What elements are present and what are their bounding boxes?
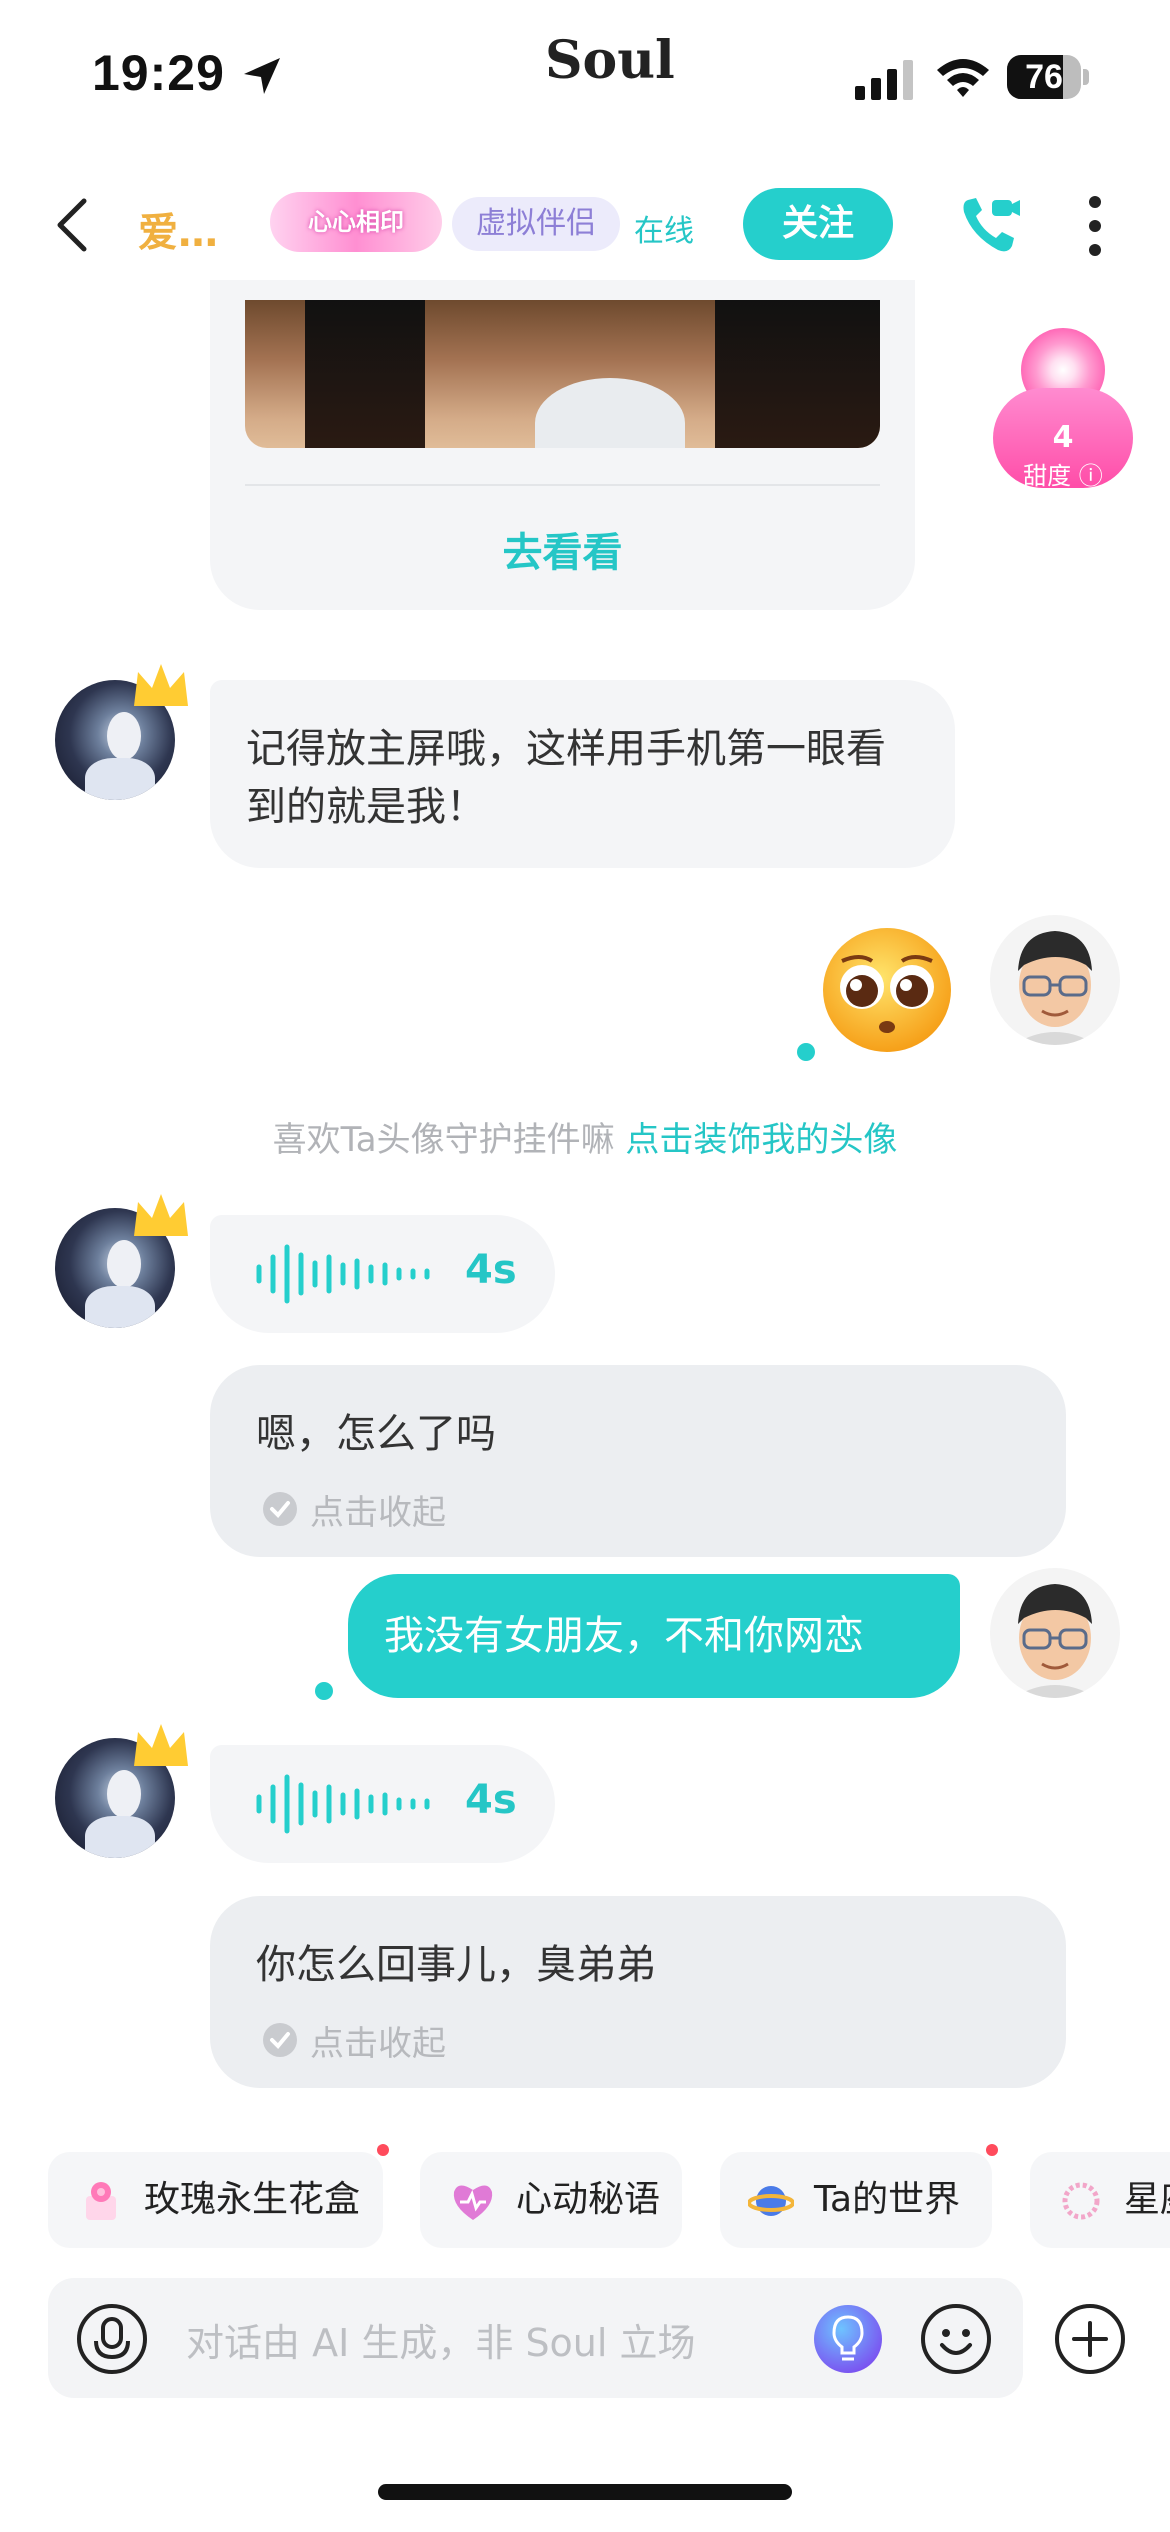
sent-status-dot (797, 1043, 815, 1061)
decorate-avatar-link[interactable]: 点击装饰我的头像 (625, 1120, 897, 1160)
voice-waveform-icon (256, 1244, 430, 1304)
planet-icon (748, 2186, 794, 2216)
virtual-companion-tag: 虚拟伴侣 (452, 197, 620, 251)
card-divider (245, 484, 880, 486)
heart-icon (453, 2185, 493, 2220)
notification-dot (986, 2144, 998, 2156)
voice-message[interactable]: 4s (210, 1215, 555, 1333)
voice-transcript-bubble[interactable]: 你怎么回事儿，臭弟弟 点击收起 (210, 1896, 1066, 2088)
check-circle-icon (263, 1492, 297, 1526)
voice-transcript-bubble[interactable]: 嗯，怎么了吗 点击收起 (210, 1365, 1066, 1557)
chip-star[interactable]: 星座 (1030, 2152, 1170, 2248)
phone-video-call-icon[interactable] (958, 192, 1022, 256)
pleading-face-emoji-icon[interactable] (820, 925, 954, 1055)
user-message-bubble[interactable]: 我没有女朋友，不和你网恋 (348, 1574, 960, 1698)
home-indicator (378, 2484, 792, 2500)
sent-status-dot (315, 1682, 333, 1700)
chip-label: Ta的世界 (814, 2179, 961, 2220)
location-arrow-icon (244, 58, 280, 94)
follow-button[interactable]: 关注 (743, 188, 893, 260)
emoji-icon[interactable] (920, 2303, 992, 2375)
crown-icon (134, 1194, 188, 1236)
transcript-text: 嗯，怎么了吗 (256, 1411, 496, 1457)
more-options-icon[interactable] (1080, 194, 1110, 258)
chat-partner-name[interactable]: 爱… (138, 200, 218, 258)
star-ring-icon (1062, 2182, 1100, 2220)
sweetness-label: 甜度 (1023, 462, 1072, 490)
cell-signal-icon (855, 60, 913, 100)
chip-heart-whisper[interactable]: 心动秘语 (420, 2152, 682, 2248)
chip-ta-world[interactable]: Ta的世界 (720, 2152, 992, 2248)
voice-waveform-icon (256, 1774, 430, 1834)
sweetness-value: 4 (1052, 420, 1074, 455)
collapse-action[interactable]: 点击收起 (310, 2016, 446, 2065)
cartoon-man-icon (1018, 931, 1092, 1045)
system-tip-text: 喜欢Ta头像守护挂件嘛 (272, 1120, 626, 1160)
help-icon: ⓘ (1071, 462, 1103, 490)
wifi-icon (937, 59, 989, 97)
voice-duration: 4s (465, 1777, 517, 1823)
voice-message[interactable]: 4s (210, 1745, 555, 1863)
crown-icon (134, 1724, 188, 1766)
chip-rose-box[interactable]: 玫瑰永生花盒 (48, 2152, 383, 2248)
online-status: 在线 (634, 214, 694, 249)
crown-icon (134, 664, 188, 706)
go-see-link[interactable]: 去看看 (245, 520, 880, 578)
voice-input-icon[interactable] (76, 2303, 148, 2375)
transcript-text: 你怎么回事儿，臭弟弟 (256, 1942, 656, 1988)
heart-match-badge[interactable]: 心心相印 (270, 192, 442, 252)
chip-label: 玫瑰永生花盒 (144, 2179, 361, 2220)
battery-level: 76 (1025, 58, 1063, 96)
notification-dot (377, 2144, 389, 2156)
user-avatar[interactable] (990, 1568, 1120, 1698)
card-photo[interactable] (245, 300, 880, 448)
cartoon-man-icon (1018, 1584, 1092, 1698)
battery-indicator: 76 (1007, 55, 1089, 99)
sweetness-widget[interactable]: 4 甜度 ⓘ (993, 328, 1133, 493)
system-tip: 喜欢Ta头像守护挂件嘛 点击装饰我的头像 (0, 1112, 1170, 1161)
ai-bulb-icon[interactable] (812, 2303, 884, 2375)
collapse-action[interactable]: 点击收起 (310, 1485, 446, 1534)
chip-label: 心动秘语 (516, 2179, 661, 2220)
chip-label: 星座 (1124, 2179, 1170, 2220)
voice-duration: 4s (465, 1247, 517, 1293)
add-icon[interactable] (1054, 2303, 1126, 2375)
check-circle-icon (263, 2023, 297, 2057)
message-bubble[interactable]: 记得放主屏哦，这样用手机第一眼看到的就是我！ (210, 680, 955, 868)
status-time: 19:29 (92, 45, 225, 101)
app-brand: Soul (545, 30, 675, 91)
user-avatar[interactable] (990, 915, 1120, 1045)
back-chevron-icon[interactable] (50, 195, 94, 255)
message-input[interactable]: 对话由 AI 生成，非 Soul 立场 (186, 2312, 696, 2367)
rose-box-icon (86, 2182, 116, 2220)
